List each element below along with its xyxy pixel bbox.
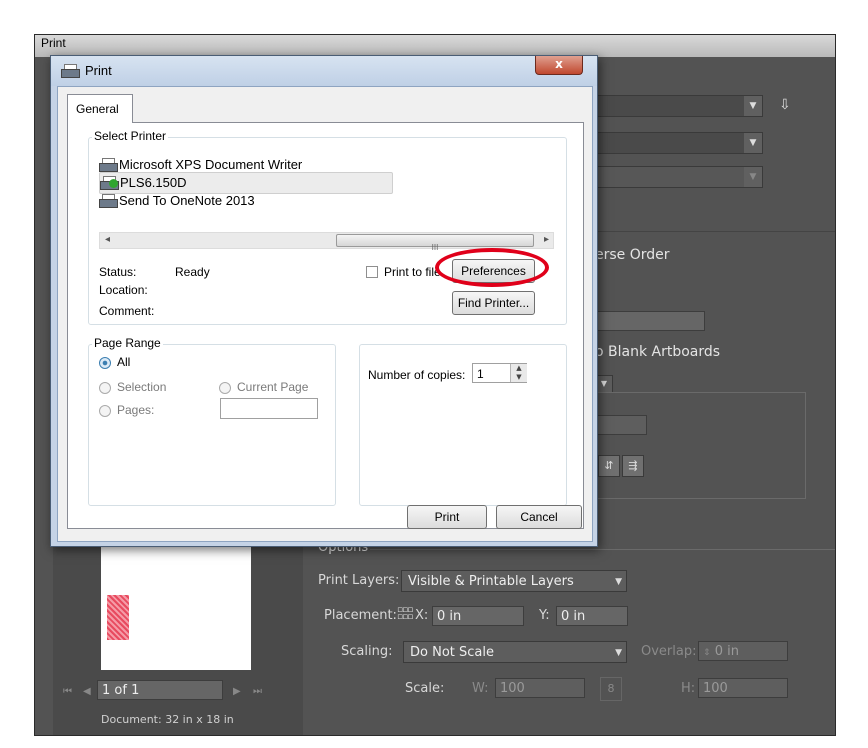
scroll-right-icon[interactable]: ▸ (544, 234, 549, 245)
printer-name: Send To OneNote 2013 (119, 193, 255, 208)
chevron-down-icon: ▼ (600, 379, 608, 388)
printer-name: PLS6.150D (120, 175, 187, 190)
range-field[interactable] (595, 311, 705, 331)
constrain-proportions-icon: 8 (600, 677, 622, 701)
number-of-copies-label: Number of copies: (368, 368, 466, 382)
chevron-down-icon: ▼ (744, 167, 762, 187)
all-radio[interactable] (99, 357, 111, 369)
divider (590, 231, 835, 232)
tab-general-label: General (76, 102, 119, 116)
save-preset-icon[interactable]: ⇩ (779, 97, 795, 113)
select-printer-label: Select Printer (92, 129, 169, 143)
preview-page (101, 545, 251, 670)
spin-buttons-icon[interactable]: ▲ ▼ (510, 364, 527, 382)
chevron-down-icon: ▼ (615, 648, 622, 658)
current-page-radio[interactable] (219, 382, 231, 394)
printer-list-item[interactable]: Send To OneNote 2013 (99, 191, 391, 211)
close-button[interactable]: x (535, 56, 583, 75)
illustrator-print-title: Print (41, 36, 66, 50)
cancel-button[interactable]: Cancel (496, 505, 582, 529)
printer-list-scrollbar[interactable]: ◂ III ▸ (99, 232, 554, 252)
close-icon: x (555, 57, 563, 71)
chevron-down-icon: ▼ (744, 133, 762, 153)
previous-page-icon[interactable]: ◀ (83, 686, 91, 697)
comment-label: Comment: (99, 304, 155, 318)
copies-value: 1 (477, 367, 484, 381)
preset-dropdown[interactable]: ▼ (595, 95, 763, 117)
w-label: W: (472, 681, 489, 696)
all-radio-label: All (117, 355, 131, 369)
ppd-dropdown: ▼ (595, 166, 763, 188)
location-label: Location: (99, 283, 148, 297)
general-tab-panel: Select Printer Microsoft XPS Document Wr… (67, 122, 584, 529)
chevron-down-icon: ▼ (744, 96, 762, 116)
scaling-select[interactable]: Do Not Scale ▼ (403, 641, 627, 663)
current-page-radio-label: Current Page (237, 380, 309, 394)
last-page-icon[interactable]: ⏭ (253, 686, 262, 697)
placement-grid-icon[interactable]: ▫▫▫ ▫▫▫ (397, 606, 413, 622)
printer-name: Microsoft XPS Document Writer (119, 157, 303, 172)
stepper-icon: ⇕ (703, 648, 711, 658)
print-dialog-titlebar: Print x (51, 56, 597, 86)
preview-pane: ⏮ ◀ 1 of 1 ▶ ⏭ Document: 32 in x 18 in (53, 540, 303, 735)
w-field: 100 (495, 678, 585, 698)
pages-radio-label: Pages: (117, 403, 155, 417)
pages-input[interactable] (220, 398, 318, 419)
scaling-label: Scaling: (341, 644, 393, 659)
y-label: Y: (539, 608, 550, 623)
illustrator-print-titlebar: Print (35, 35, 835, 57)
scroll-thumb[interactable]: III (336, 234, 534, 252)
printer-icon (99, 158, 118, 172)
print-dialog: Print x General Select Printer Microsoft… (50, 55, 598, 547)
x-label: X: (415, 608, 429, 623)
placement-label: Placement: (324, 608, 397, 623)
next-page-icon[interactable]: ▶ (233, 686, 241, 697)
print-button[interactable]: Print (407, 505, 487, 529)
media-height-field[interactable] (595, 415, 647, 435)
h-field: 100 (698, 678, 788, 698)
print-layers-select[interactable]: Visible & Printable Layers ▼ (401, 570, 627, 592)
overlap-field: ⇕ 0 in (698, 641, 788, 661)
options-divider (370, 549, 835, 550)
print-dialog-body: General Select Printer Microsoft XPS Doc… (57, 86, 593, 542)
overlap-value: 0 in (714, 644, 739, 659)
default-printer-check-icon (109, 179, 118, 188)
y-field[interactable]: 0 in (556, 606, 628, 626)
portrait-orientation-icon[interactable]: ⇵ (598, 455, 620, 477)
status-value: Ready (175, 265, 210, 279)
page-field[interactable]: 1 of 1 (97, 680, 223, 700)
printer-icon (61, 64, 80, 78)
scaling-value: Do Not Scale (410, 645, 494, 660)
find-printer-button[interactable]: Find Printer... (452, 291, 535, 315)
skip-blank-artboards-label: o Blank Artboards (595, 344, 721, 360)
chevron-down-icon: ▼ (615, 577, 622, 587)
print-to-file-checkbox[interactable] (366, 266, 378, 278)
print-layers-value: Visible & Printable Layers (408, 574, 574, 589)
pages-radio[interactable] (99, 405, 111, 417)
highlight-ellipse (435, 248, 549, 287)
selection-radio-label: Selection (117, 380, 167, 394)
copies-stepper[interactable]: 1 ▲ ▼ (472, 363, 527, 383)
tab-general[interactable]: General (67, 94, 133, 123)
scroll-thumb-grip: III (431, 243, 439, 252)
status-label: Status: (99, 265, 137, 279)
artwork-thumbnail (107, 595, 129, 640)
scroll-left-icon[interactable]: ◂ (105, 234, 110, 245)
page-range-label: Page Range (92, 336, 163, 350)
printer-icon (99, 194, 118, 208)
print-dialog-title: Print (85, 63, 112, 78)
printer-dropdown[interactable]: ▼ (595, 132, 763, 154)
first-page-icon[interactable]: ⏮ (63, 686, 72, 697)
landscape-orientation-icon[interactable]: ⇶ (622, 455, 644, 477)
document-size-label: Document: 32 in x 18 in (101, 713, 234, 726)
media-group-frame (595, 392, 806, 499)
h-label: H: (681, 681, 696, 696)
x-field[interactable]: 0 in (432, 606, 524, 626)
scale-label: Scale: (405, 681, 445, 696)
selection-radio[interactable] (99, 382, 111, 394)
print-layers-label: Print Layers: (318, 573, 400, 588)
reverse-order-label: erse Order (595, 247, 670, 263)
overlap-label: Overlap: (641, 644, 697, 659)
